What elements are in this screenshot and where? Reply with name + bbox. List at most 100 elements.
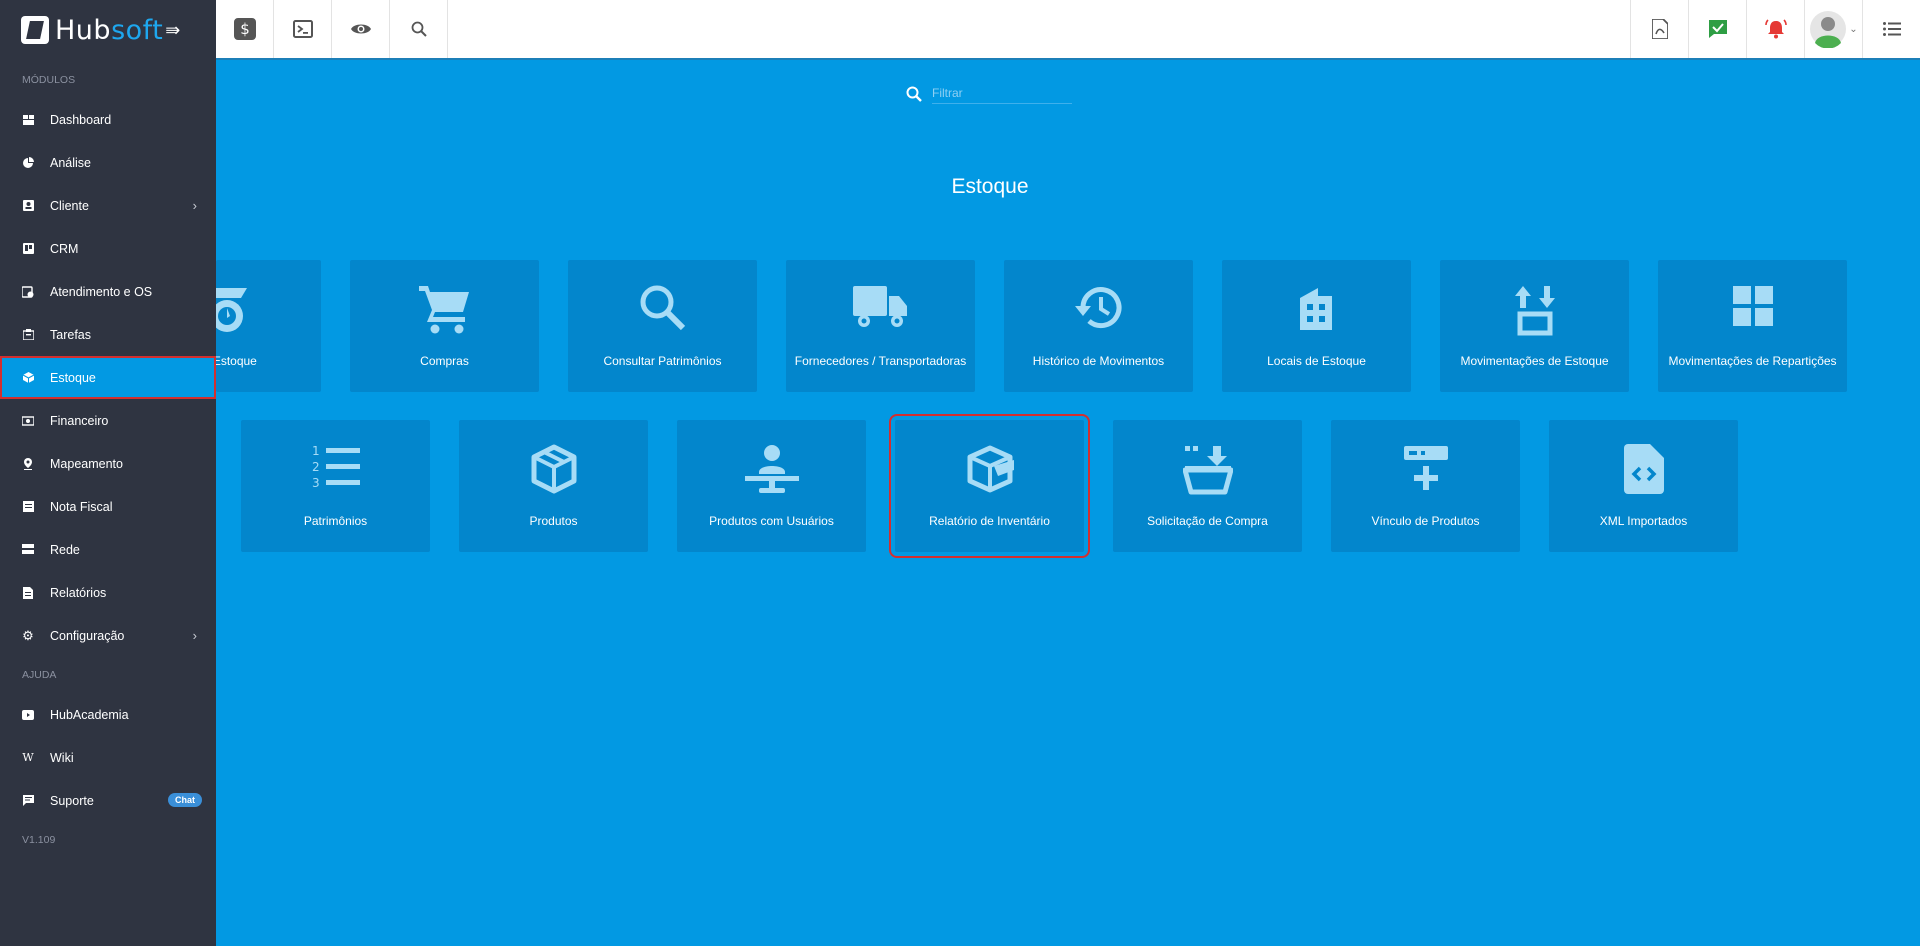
tile-consultar-patrimonios[interactable]: Consultar Patrimônios <box>568 260 757 392</box>
chevron-down-icon: ⌄ <box>1849 23 1858 35</box>
tile-fornecedores-transportadoras[interactable]: Fornecedores / Transportadoras <box>786 260 975 392</box>
tile-compras[interactable]: Compras <box>350 260 539 392</box>
sidebar-item-suporte[interactable]: Suporte Chat <box>0 779 216 822</box>
clipboard-icon <box>22 329 34 341</box>
topbar: $ ⌄ <box>216 0 1920 60</box>
sidebar-item-label: CRM <box>50 241 79 256</box>
swap-box-icon <box>1440 284 1629 336</box>
filter-input[interactable] <box>932 83 1072 104</box>
tile-label: Movimentações de Estoque <box>1460 354 1609 368</box>
numbered-list-icon: 1 2 3 <box>241 444 430 490</box>
youtube-icon <box>22 709 34 721</box>
tile-label: Solicitação de Compra <box>1147 514 1268 528</box>
tile-label: Compras <box>420 354 469 368</box>
sidebar-item-configuracao[interactable]: ⚙ Configuração › <box>0 614 216 657</box>
sidebar-item-tarefas[interactable]: Tarefas <box>0 313 216 356</box>
sidebar-item-hubacademia[interactable]: HubAcademia <box>0 693 216 736</box>
sidebar-item-mapeamento[interactable]: Mapeamento <box>0 442 216 485</box>
chevron-right-icon: › <box>192 198 197 213</box>
tile-label: Fornecedores / Transportadoras <box>794 354 967 368</box>
chat-icon <box>22 795 34 807</box>
section-label-modules: MÓDULOS <box>22 74 76 86</box>
finance-shortcut-button[interactable]: $ <box>216 0 274 58</box>
map-pin-icon <box>22 457 34 470</box>
check-chat-icon <box>1708 20 1727 38</box>
search-icon <box>411 21 427 37</box>
tile-label: Vínculo de Produtos <box>1371 514 1480 528</box>
logo[interactable]: Hubsoft ⇛ <box>0 0 216 60</box>
collapse-arrow-icon[interactable]: ⇛ <box>165 20 180 41</box>
sidebar-item-analise[interactable]: Análise <box>0 141 216 184</box>
terminal-button[interactable] <box>274 0 332 58</box>
sidebar-item-nota-fiscal[interactable]: Nota Fiscal <box>0 485 216 528</box>
sidebar-item-estoque[interactable]: Estoque <box>0 356 216 399</box>
tile-label: Histórico de Movimentos <box>1032 354 1165 368</box>
search-icon <box>906 86 922 102</box>
tile-label: Produtos com Usuários <box>709 514 834 528</box>
terminal-icon <box>292 20 313 38</box>
tile-label: Relatório de Inventário <box>929 514 1050 528</box>
menu-list-button[interactable] <box>1862 0 1920 58</box>
sidebar-item-label: Financeiro <box>50 413 109 428</box>
sidebar-item-wiki[interactable]: W Wiki <box>0 736 216 779</box>
dollar-icon: $ <box>233 18 256 40</box>
sidebar-item-label: Configuração <box>50 628 125 643</box>
open-box-icon <box>895 444 1084 494</box>
search-icon <box>568 284 757 332</box>
chat-badge[interactable]: Chat <box>168 793 202 807</box>
tile-movimentacoes-de-reparticoes[interactable]: Movimentações de Repartições <box>1658 260 1847 392</box>
svg-text:1: 1 <box>312 444 320 458</box>
user-menu-button[interactable]: ⌄ <box>1804 0 1862 58</box>
svg-text:$: $ <box>240 20 250 38</box>
tile-locais-de-estoque[interactable]: Locais de Estoque <box>1222 260 1411 392</box>
sidebar-item-label: Cliente <box>50 198 89 213</box>
search-button[interactable] <box>390 0 448 58</box>
tile-solicitacao-de-compra[interactable]: Solicitação de Compra <box>1113 420 1302 552</box>
tile-label: Produtos <box>529 514 578 528</box>
basket-download-icon <box>1113 444 1302 496</box>
tile-label: Locais de Estoque <box>1267 354 1366 368</box>
view-button[interactable] <box>332 0 390 58</box>
code-file-icon <box>1549 444 1738 494</box>
history-icon <box>1004 284 1193 332</box>
sidebar-item-dashboard[interactable]: Dashboard <box>0 98 216 141</box>
page-title: Estoque <box>951 175 1029 198</box>
sidebar-item-financeiro[interactable]: Financeiro <box>0 399 216 442</box>
tasks-check-button[interactable] <box>1688 0 1746 58</box>
notifications-button[interactable] <box>1746 0 1804 58</box>
pdf-button[interactable] <box>1630 0 1688 58</box>
bell-alert-icon <box>1764 19 1787 39</box>
tile-produtos-com-usuarios[interactable]: Produtos com Usuários <box>677 420 866 552</box>
sidebar-item-atendimento[interactable]: Atendimento e OS <box>0 270 216 313</box>
sidebar-item-label: Análise <box>50 155 91 170</box>
sidebar-item-relatorios[interactable]: Relatórios <box>0 571 216 614</box>
tile-relatorio-de-inventario[interactable]: Relatório de Inventário <box>889 414 1090 558</box>
tile-vinculo-de-produtos[interactable]: Vínculo de Produtos <box>1331 420 1520 552</box>
chevron-right-icon: › <box>192 628 197 643</box>
server-icon <box>22 544 34 556</box>
tile-historico-de-movimentos[interactable]: Histórico de Movimentos <box>1004 260 1193 392</box>
grid-icon <box>1658 284 1847 328</box>
dispatch-icon <box>216 284 321 336</box>
tile-saida-de-estoque[interactable]: de Estoque <box>216 260 321 392</box>
sidebar-item-crm[interactable]: CRM <box>0 227 216 270</box>
sidebar-item-label: Tarefas <box>50 327 91 342</box>
sidebar: Hubsoft ⇛ MÓDULOS Dashboard Análise Clie… <box>0 0 216 946</box>
sidebar-item-cliente[interactable]: Cliente › <box>0 184 216 227</box>
package-icon <box>459 444 648 494</box>
pdf-file-icon <box>1651 19 1668 39</box>
sidebar-item-label: Nota Fiscal <box>50 499 113 514</box>
cart-icon <box>350 284 539 334</box>
sidebar-item-label: Mapeamento <box>50 456 123 471</box>
sidebar-item-label: HubAcademia <box>50 707 129 722</box>
tile-patrimonios[interactable]: 1 2 3 Patrimônios <box>241 420 430 552</box>
tile-movimentacoes-de-estoque[interactable]: Movimentações de Estoque <box>1440 260 1629 392</box>
tile-xml-importados[interactable]: XML Importados <box>1549 420 1738 552</box>
dashboard-icon <box>22 114 34 126</box>
sidebar-item-rede[interactable]: Rede <box>0 528 216 571</box>
link-product-icon <box>1331 444 1520 492</box>
money-icon <box>22 415 34 427</box>
sidebar-item-label: Atendimento e OS <box>50 284 153 299</box>
tile-produtos[interactable]: Produtos <box>459 420 648 552</box>
pie-chart-icon <box>22 157 34 169</box>
